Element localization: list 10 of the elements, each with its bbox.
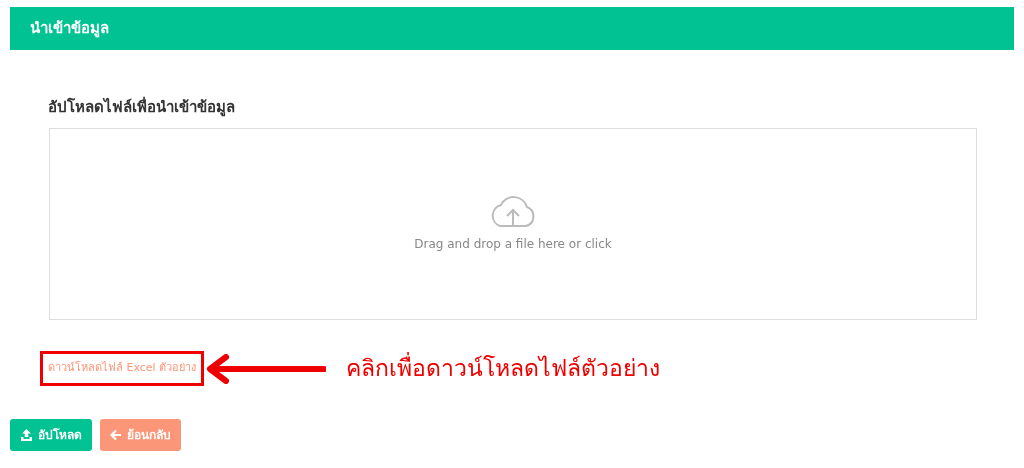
annotation-text: คลิกเพื่อดาวน์โหลดไฟล์ตัวอย่าง — [346, 351, 661, 386]
back-button[interactable]: ย้อนกลับ — [100, 418, 181, 451]
page-title: นำเข้าข้อมูล — [30, 18, 109, 40]
back-arrow-icon — [110, 428, 122, 441]
upload-button[interactable]: อัปโหลด — [10, 418, 92, 451]
file-dropzone[interactable]: Drag and drop a file here or click — [49, 127, 977, 320]
dropzone-hint: Drag and drop a file here or click — [414, 235, 612, 253]
upload-label: อัปโหลดไฟล์เพื่อนำเข้าข้อมูล — [48, 96, 235, 119]
upload-icon — [20, 428, 33, 441]
sample-download-link[interactable]: ดาวน์โหลดไฟล์ Excel ตัวอย่าง — [48, 360, 197, 377]
